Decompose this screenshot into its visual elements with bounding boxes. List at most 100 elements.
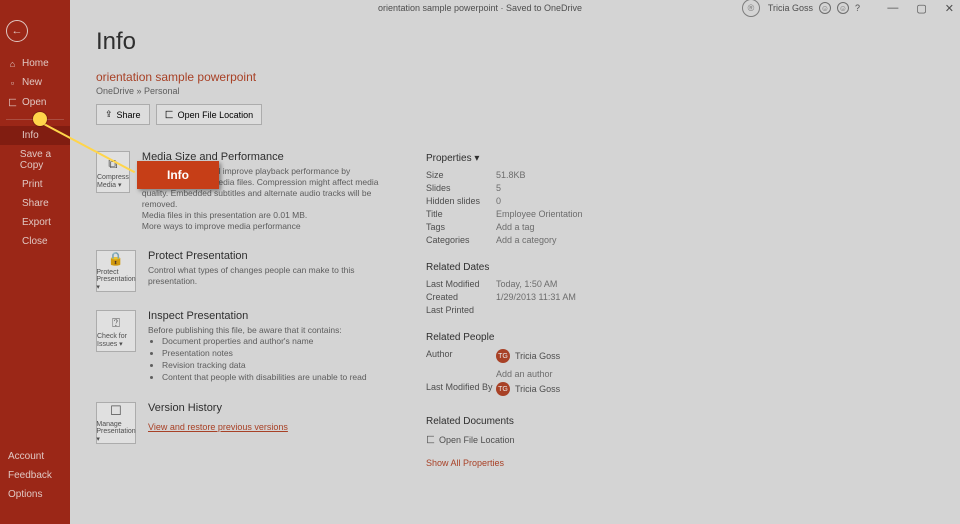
new-icon: ▫ <box>8 78 17 88</box>
nav-open[interactable]: ⼕Open <box>0 92 70 113</box>
help-icon[interactable]: ? <box>855 3 860 13</box>
title-bar: orientation sample powerpoint · Saved to… <box>0 0 960 16</box>
related-dates-header: Related Dates <box>426 262 934 273</box>
related-docs-header: Related Documents <box>426 416 934 427</box>
user-area[interactable]: Tricia Goss ☺ ☺ ? <box>768 2 860 14</box>
avatar: TG <box>496 382 510 396</box>
nav-close[interactable]: Close <box>0 232 70 251</box>
prop-title-key: Title <box>426 209 496 219</box>
back-arrow-icon: ← <box>12 25 23 37</box>
nav-print[interactable]: Print <box>0 175 70 194</box>
section-inspect: ⍰Check for Issues ▾ Inspect Presentation… <box>96 310 386 384</box>
open-file-location-button[interactable]: ⼕ Open File Location <box>156 104 263 125</box>
prop-author-key: Author <box>426 349 496 366</box>
prop-mod-key: Last Modified <box>426 279 496 289</box>
history-title: Version History <box>148 402 288 414</box>
nav-home[interactable]: ⌂Home <box>0 54 70 73</box>
author-name: Tricia Goss <box>515 351 560 361</box>
callout-label: Info <box>137 161 219 189</box>
prop-slides-key: Slides <box>426 183 496 193</box>
ribbon-display-icon[interactable]: ® <box>742 0 760 17</box>
add-author[interactable]: Add an author <box>496 369 553 379</box>
manage-presentation-button[interactable]: ☐Manage Presentation ▾ <box>96 402 136 444</box>
home-icon: ⌂ <box>8 59 17 69</box>
compress-media-button[interactable]: ⧉Compress Media ▾ <box>96 151 130 193</box>
doc-icon: ☐ <box>110 403 122 419</box>
related-people-header: Related People <box>426 332 934 343</box>
nav-print-label: Print <box>22 179 43 190</box>
prop-created-val: 1/29/2013 11:31 AM <box>496 292 576 302</box>
properties-header[interactable]: Properties ▾ <box>426 153 934 164</box>
nav-account-label: Account <box>8 451 44 462</box>
inspect-item: Content that people with disabilities ar… <box>162 372 367 384</box>
nav-share-label: Share <box>22 198 49 209</box>
share-label: Share <box>117 110 141 120</box>
inspect-item: Revision tracking data <box>162 360 367 372</box>
nav-options[interactable]: Options <box>0 485 70 504</box>
prop-cat-val[interactable]: Add a category <box>496 235 557 245</box>
file-name: orientation sample powerpoint <box>96 70 934 84</box>
minimize-button[interactable]: — <box>887 2 898 14</box>
prop-size-val: 51.8KB <box>496 170 526 180</box>
nav-feedback[interactable]: Feedback <box>0 466 70 485</box>
prop-size-key: Size <box>426 170 496 180</box>
maximize-button[interactable]: ▢ <box>916 2 926 15</box>
section-protect: 🔒Protect Presentation ▾ Protect Presenta… <box>96 250 386 292</box>
prop-slides-val: 5 <box>496 183 501 193</box>
avatar: TG <box>496 349 510 363</box>
inspect-desc: Before publishing this file, be aware th… <box>148 325 367 336</box>
protect-desc: Control what types of changes people can… <box>148 265 386 287</box>
inspect-list: Document properties and author's name Pr… <box>162 336 367 384</box>
window-controls: — ▢ ✕ <box>887 2 954 15</box>
nav-export[interactable]: Export <box>0 213 70 232</box>
check-icon: ⍰ <box>112 315 120 331</box>
folder-icon: ⼕ <box>165 108 174 121</box>
prop-hidden-val: 0 <box>496 196 501 206</box>
nav-export-label: Export <box>22 217 51 228</box>
page-title: Info <box>96 28 934 56</box>
folder-icon: ⼕ <box>426 433 435 446</box>
version-history-link[interactable]: View and restore previous versions <box>148 422 288 432</box>
author-person[interactable]: TG Tricia Goss <box>496 349 560 363</box>
callout-marker-dot <box>33 112 47 126</box>
check-for-issues-button[interactable]: ⍰Check for Issues ▾ <box>96 310 136 352</box>
show-all-properties-link[interactable]: Show All Properties <box>426 458 504 468</box>
share-button[interactable]: ⇪Share <box>96 104 150 125</box>
nav-info[interactable]: Info <box>0 126 70 145</box>
window-title: orientation sample powerpoint · Saved to… <box>378 3 582 13</box>
face-icon-2[interactable]: ☺ <box>837 2 849 14</box>
open-file-location-link[interactable]: ⼕Open File Location <box>426 433 934 446</box>
nav-new-label: New <box>22 77 42 88</box>
nav-share[interactable]: Share <box>0 194 70 213</box>
action-row: ⇪Share ⼕ Open File Location <box>96 104 934 125</box>
media-size: Media files in this presentation are 0.0… <box>142 210 386 221</box>
prop-modby-key: Last Modified By <box>426 382 496 399</box>
prop-tags-key: Tags <box>426 222 496 232</box>
inspect-item: Presentation notes <box>162 348 367 360</box>
properties-panel: Properties ▾ Size51.8KB Slides5 Hidden s… <box>426 151 934 468</box>
prop-printed-key: Last Printed <box>426 305 496 315</box>
prop-mod-val: Today, 1:50 AM <box>496 279 557 289</box>
info-sections: ⧉Compress Media ▾ Media Size and Perform… <box>96 151 386 468</box>
open-icon: ⼕ <box>8 96 17 109</box>
protect-presentation-button[interactable]: 🔒Protect Presentation ▾ <box>96 250 136 292</box>
nav-feedback-label: Feedback <box>8 470 52 481</box>
open-loc-label: Open File Location <box>178 110 254 120</box>
nav-new[interactable]: ▫ New <box>0 73 70 92</box>
nav-save-copy[interactable]: Save a Copy <box>0 145 70 175</box>
nav-account[interactable]: Account <box>0 447 70 466</box>
main-panel: Info orientation sample powerpoint OneDr… <box>70 16 960 524</box>
prop-hidden-key: Hidden slides <box>426 196 496 206</box>
modby-person[interactable]: TG Tricia Goss <box>496 382 560 396</box>
media-more: More ways to improve media performance <box>142 221 386 232</box>
file-location: OneDrive » Personal <box>96 86 934 96</box>
close-button[interactable]: ✕ <box>945 2 954 15</box>
prop-cat-key: Categories <box>426 235 496 245</box>
face-icon[interactable]: ☺ <box>819 2 831 14</box>
modby-name: Tricia Goss <box>515 384 560 394</box>
nav-options-label: Options <box>8 489 42 500</box>
prop-tags-val[interactable]: Add a tag <box>496 222 535 232</box>
nav-save-copy-label: Save a Copy <box>20 149 64 171</box>
inspect-item: Document properties and author's name <box>162 336 367 348</box>
back-button[interactable]: ← <box>6 20 28 42</box>
